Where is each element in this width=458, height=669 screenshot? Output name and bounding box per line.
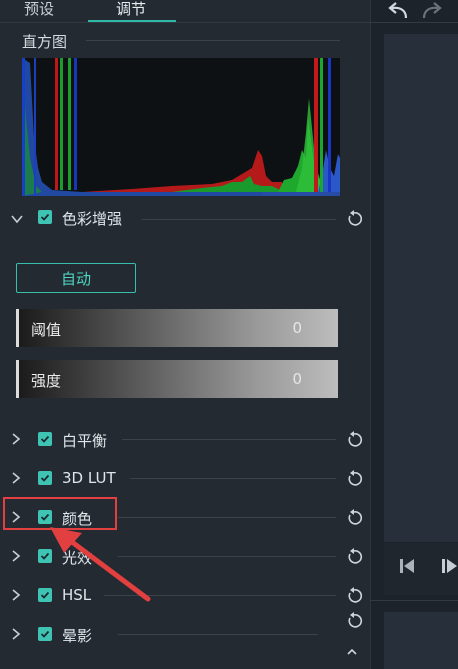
color-enhance-label: 色彩增强: [62, 210, 123, 228]
thumbnail-area: [384, 612, 458, 669]
previous-frame-icon[interactable]: [398, 557, 418, 575]
undo-icon[interactable]: [386, 0, 410, 22]
reset-icon[interactable]: [345, 646, 359, 660]
tab-divider: [0, 22, 370, 23]
chevron-right-icon[interactable]: [9, 432, 23, 446]
histogram-title: 直方图: [22, 33, 68, 51]
redo-icon[interactable]: [420, 0, 444, 22]
divider: [130, 478, 336, 479]
divider: [370, 22, 458, 23]
vignette-label: 晕影: [62, 627, 93, 645]
reset-icon[interactable]: [345, 509, 363, 527]
reset-icon[interactable]: [345, 612, 363, 630]
reset-icon[interactable]: [345, 210, 363, 228]
threshold-slider[interactable]: 阈值 0: [16, 309, 338, 347]
threshold-label: 阈值: [31, 321, 62, 339]
divider: [86, 40, 340, 41]
chevron-right-icon[interactable]: [9, 549, 23, 563]
histogram-chart: [22, 58, 340, 196]
reset-icon[interactable]: [345, 548, 363, 566]
chevron-right-icon[interactable]: [9, 471, 23, 485]
annotation-arrow-icon: [50, 527, 151, 602]
vignette-checkbox[interactable]: [38, 627, 52, 641]
intensity-value: 0: [292, 370, 302, 388]
auto-button[interactable]: 自动: [16, 263, 136, 293]
divider: [122, 439, 336, 440]
white-balance-label: 白平衡: [62, 432, 108, 450]
chevron-right-icon[interactable]: [9, 588, 23, 602]
intensity-slider[interactable]: 强度 0: [16, 360, 338, 398]
intensity-label: 强度: [31, 372, 62, 390]
3d-lut-checkbox[interactable]: [38, 471, 52, 485]
threshold-value: 0: [292, 319, 302, 337]
chevron-down-icon[interactable]: [10, 212, 24, 226]
reset-icon[interactable]: [345, 431, 363, 449]
tab-presets[interactable]: 预设: [24, 0, 54, 22]
white-balance-checkbox[interactable]: [38, 432, 52, 446]
chevron-right-icon[interactable]: [9, 627, 23, 641]
divider: [370, 600, 458, 601]
reset-icon[interactable]: [345, 470, 363, 488]
color-enhance-checkbox[interactable]: [38, 210, 52, 224]
divider: [118, 634, 318, 635]
tab-adjust[interactable]: 调节: [116, 0, 146, 22]
3d-lut-label: 3D LUT: [62, 469, 116, 487]
divider: [118, 517, 336, 518]
play-icon[interactable]: [440, 557, 458, 575]
divider: [142, 219, 336, 220]
reset-icon[interactable]: [345, 587, 363, 605]
video-preview: [384, 34, 458, 542]
